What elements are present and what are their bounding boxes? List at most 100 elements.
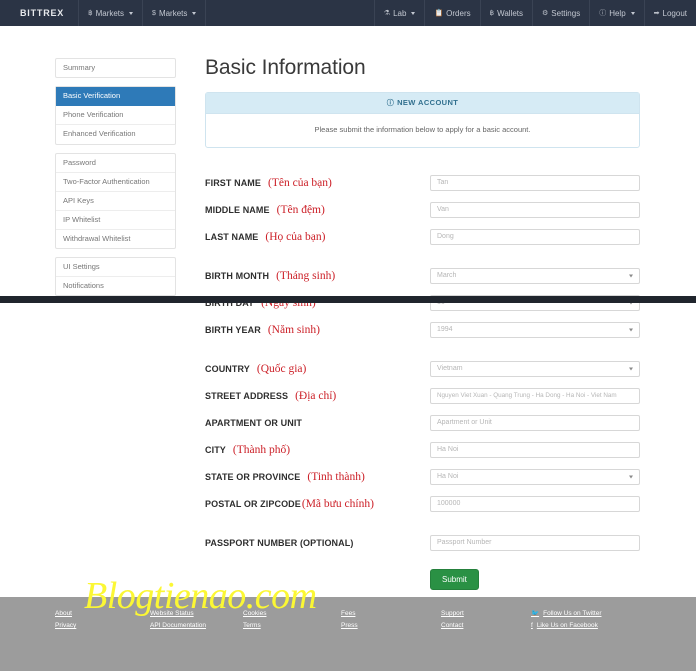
sidebar-group-security: Password Two-Factor Authentication API K… <box>55 152 176 250</box>
info-circle-icon: ⓘ <box>386 100 395 107</box>
street-address-input[interactable]: Nguyen Viet Xuan - Quang Trung - Ha Dong… <box>430 387 640 404</box>
birth-day-annotation: (Ngày sinh) <box>261 296 316 309</box>
first-name-input[interactable]: Tan <box>430 174 640 191</box>
footer-link-twitter-label: Follow Us on Twitter <box>543 610 602 617</box>
chevron-down-icon <box>411 11 416 15</box>
birth-year-select[interactable]: 1994 <box>430 321 640 338</box>
label-wrap: MIDDLE NAME (Tên đệm) <box>205 204 430 216</box>
first-name-label: FIRST NAME <box>205 177 261 188</box>
birth-day-select[interactable]: 16 <box>430 294 640 311</box>
middle-name-input[interactable]: Van <box>430 201 640 218</box>
last-name-label: LAST NAME <box>205 231 259 242</box>
birth-day-label: BIRTH DAY <box>205 297 255 308</box>
chevron-down-icon <box>630 11 635 15</box>
sidebar-item-basic-verification[interactable]: Basic Verification <box>56 87 175 107</box>
form-row-apartment: APARTMENT OR UNIT Apartment or Unit <box>205 414 640 431</box>
form-row-state-province: STATE OR PROVINCE (Tinh thành) Ha Noi <box>205 468 640 485</box>
footer-column-info: Fees Press <box>341 608 441 671</box>
sidebar-item-ip-whitelist[interactable]: IP Whitelist <box>56 211 175 230</box>
sidebar-item-password[interactable]: Password <box>56 154 175 173</box>
apartment-input[interactable]: Apartment or Unit <box>430 414 640 431</box>
alert-heading-text: NEW ACCOUNT <box>397 98 459 107</box>
label-wrap: FIRST NAME (Tên của bạn) <box>205 177 430 189</box>
label-wrap: COUNTRY (Quốc gia) <box>205 363 430 375</box>
top-navbar: BITTREX ฿ Markets $ Markets ⚗ Lab 📋 Orde… <box>0 0 696 26</box>
footer-link-privacy[interactable]: Privacy <box>55 620 150 632</box>
state-province-value: Ha Noi <box>437 473 459 480</box>
chevron-down-icon <box>629 301 633 304</box>
nav-item-settings[interactable]: ⚙ Settings <box>532 0 589 26</box>
footer-column-support: Support Contact <box>441 608 531 671</box>
state-province-select[interactable]: Ha Noi <box>430 468 640 485</box>
sign-out-icon: ➡ <box>653 10 660 17</box>
nav-label: Wallets <box>497 8 524 18</box>
footer-link-facebook[interactable]: f Like Us on Facebook <box>531 620 602 632</box>
form-row-birth-year: BIRTH YEAR (Năm sinh) 1994 <box>205 321 640 338</box>
birth-year-value: 1994 <box>437 326 453 333</box>
label-wrap: PASSPORT NUMBER (OPTIONAL) <box>205 538 430 548</box>
sidebar-group-summary: Summary <box>55 58 176 79</box>
state-province-annotation: (Tinh thành) <box>307 470 365 483</box>
postal-zipcode-input[interactable]: 100000 <box>430 495 640 512</box>
nav-item-logout[interactable]: ➡ Logout <box>643 0 696 26</box>
country-annotation: (Quốc gia) <box>256 362 307 375</box>
footer-link-twitter[interactable]: 🐦 Follow Us on Twitter <box>531 608 602 620</box>
passport-input[interactable]: Passport Number <box>430 534 640 551</box>
nav-item-wallets[interactable]: ฿ Wallets <box>479 0 532 26</box>
nav-item-markets-btc[interactable]: ฿ Markets <box>79 0 144 26</box>
state-province-label: STATE OR PROVINCE <box>205 471 301 482</box>
footer-link-website-status[interactable]: Website Status <box>150 608 243 620</box>
sidebar-item-summary[interactable]: Summary <box>56 59 175 77</box>
city-input[interactable]: Ha Noi <box>430 441 640 458</box>
chevron-down-icon <box>629 274 633 277</box>
footer-link-press[interactable]: Press <box>341 620 441 632</box>
form-row-first-name: FIRST NAME (Tên của bạn) Tan <box>205 174 640 191</box>
label-wrap: APARTMENT OR UNIT <box>205 418 430 428</box>
sidebar-item-api-keys[interactable]: API Keys <box>56 192 175 211</box>
sidebar-item-ui-settings[interactable]: UI Settings <box>56 258 175 278</box>
navbar-right-group: ⚗ Lab 📋 Orders ฿ Wallets ⚙ Settings ⓘ He… <box>373 0 696 26</box>
form-row-country: COUNTRY (Quốc gia) Vietnam <box>205 360 640 377</box>
footer-link-cookies[interactable]: Cookies <box>243 608 341 620</box>
birth-day-value: 16 <box>437 299 445 306</box>
nav-item-markets-usd[interactable]: $ Markets <box>143 0 207 26</box>
submit-button[interactable]: Submit <box>430 569 479 590</box>
country-value: Vietnam <box>437 365 463 372</box>
footer-link-contact[interactable]: Contact <box>441 620 531 632</box>
label-wrap: BIRTH YEAR (Năm sinh) <box>205 324 430 336</box>
alert-heading: ⓘ NEW ACCOUNT <box>206 93 639 114</box>
gear-icon: ⚙ <box>542 10 549 17</box>
footer-link-support[interactable]: Support <box>441 608 531 620</box>
footer-link-facebook-label: Like Us on Facebook <box>536 622 598 630</box>
birth-month-select[interactable]: March <box>430 267 640 284</box>
bittrex-logo[interactable]: BITTREX <box>0 0 80 26</box>
birth-month-value: March <box>437 272 457 279</box>
footer-link-about[interactable]: About <box>55 608 150 620</box>
nav-item-orders[interactable]: 📋 Orders <box>424 0 479 26</box>
page-body: Summary Basic Verification Phone Verific… <box>0 26 696 617</box>
facebook-icon: f <box>531 622 533 630</box>
country-select[interactable]: Vietnam <box>430 360 640 377</box>
form-row-birth-day: BIRTH DAY (Ngày sinh) 16 <box>205 294 640 311</box>
footer-link-fees[interactable]: Fees <box>341 608 441 620</box>
middle-name-annotation: (Tên đệm) <box>276 203 325 216</box>
last-name-input[interactable]: Dong <box>430 228 640 245</box>
sidebar-item-two-factor-authentication[interactable]: Two-Factor Authentication <box>56 173 175 192</box>
apartment-label: APARTMENT OR UNIT <box>205 417 303 428</box>
label-wrap: STATE OR PROVINCE (Tinh thành) <box>205 471 430 483</box>
form-row-city: CITY (Thành phố) Ha Noi <box>205 441 640 458</box>
street-address-annotation: (Địa chỉ) <box>295 389 337 402</box>
new-account-alert-panel: ⓘ NEW ACCOUNT Please submit the informati… <box>205 92 640 148</box>
footer-link-terms[interactable]: Terms <box>243 620 341 632</box>
birth-year-annotation: (Năm sinh) <box>267 323 320 336</box>
sidebar-item-enhanced-verification[interactable]: Enhanced Verification <box>56 125 175 143</box>
settings-sidebar: Summary Basic Verification Phone Verific… <box>55 58 176 304</box>
sidebar-item-phone-verification[interactable]: Phone Verification <box>56 106 175 126</box>
country-label: COUNTRY <box>205 363 250 374</box>
nav-item-help[interactable]: ⓘ Help <box>589 0 643 26</box>
nav-item-lab[interactable]: ⚗ Lab <box>373 0 425 26</box>
footer-link-api-documentation[interactable]: API Documentation <box>150 620 243 632</box>
street-address-label: STREET ADDRESS <box>205 390 289 401</box>
sidebar-item-notifications[interactable]: Notifications <box>56 277 175 295</box>
sidebar-item-withdrawal-whitelist[interactable]: Withdrawal Whitelist <box>56 230 175 248</box>
